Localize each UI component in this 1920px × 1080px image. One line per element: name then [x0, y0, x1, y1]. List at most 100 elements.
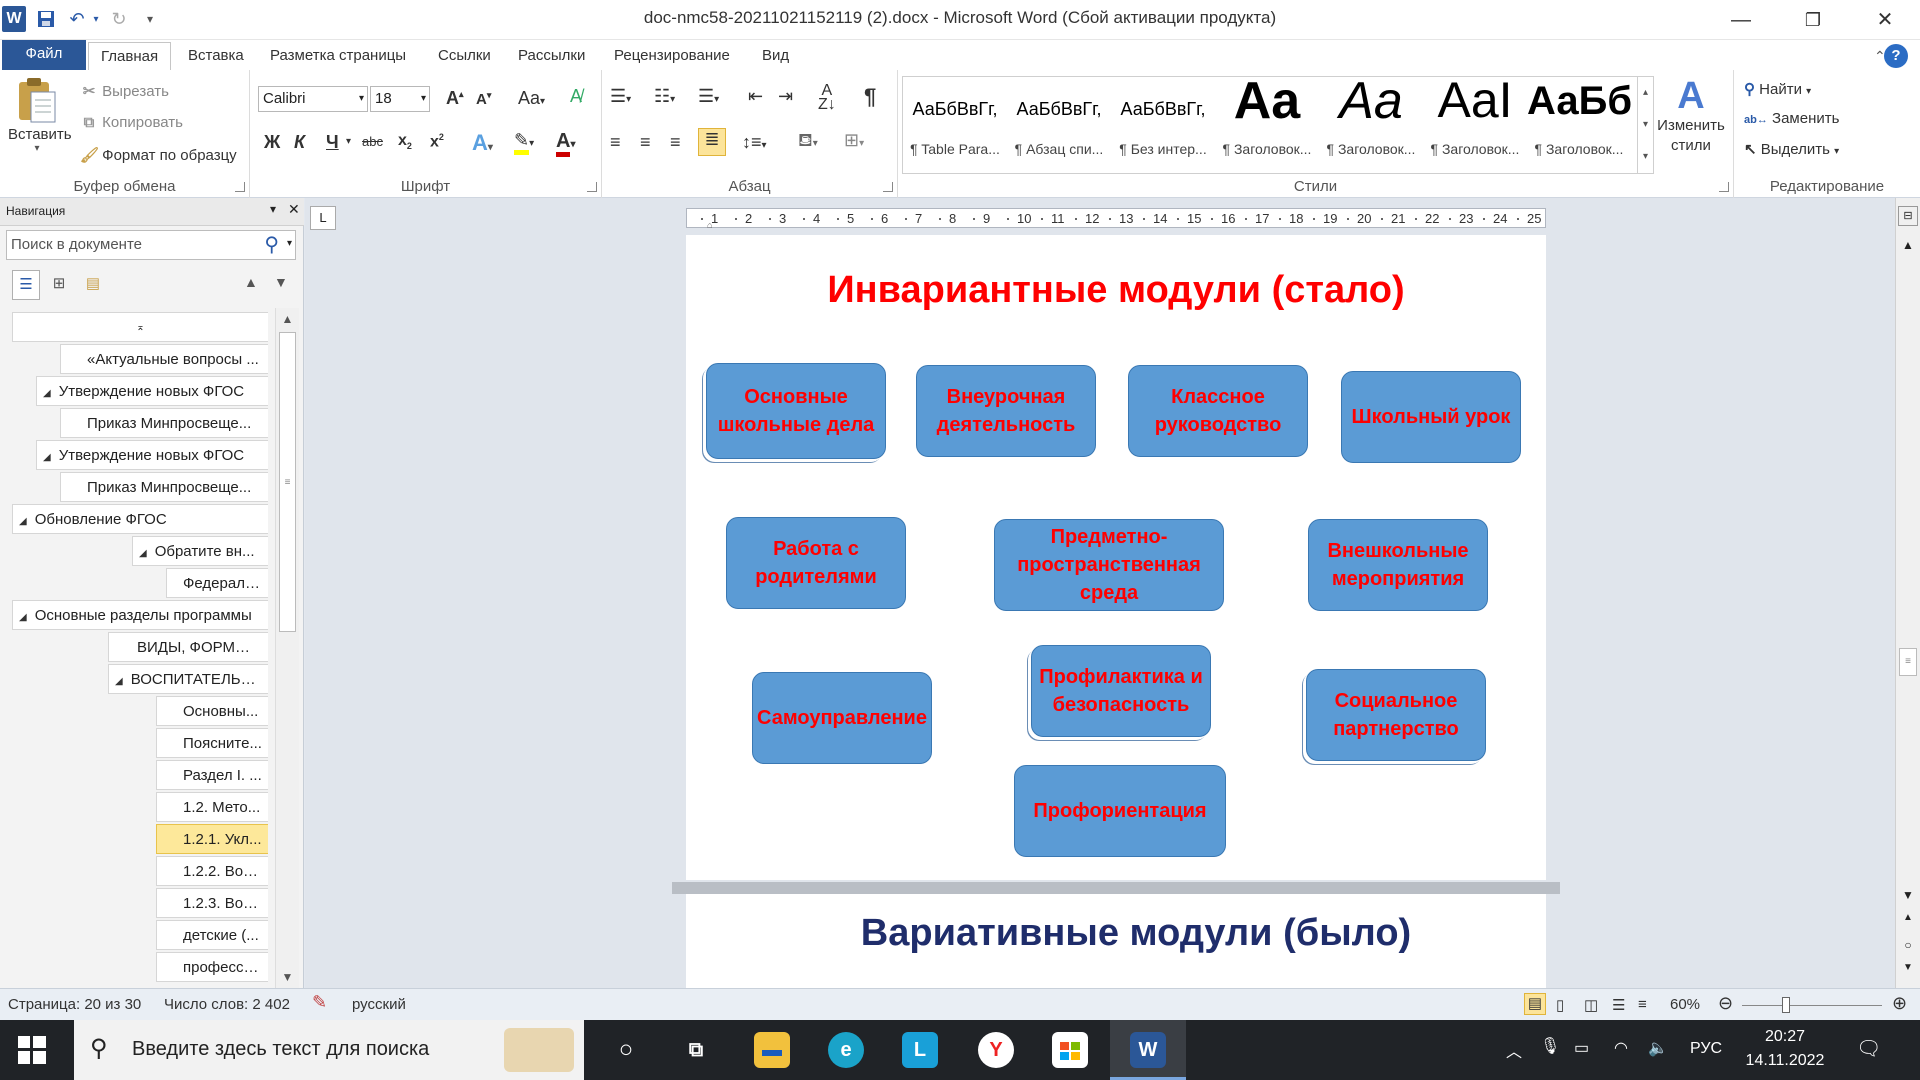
text-effects-icon[interactable]: A▾ — [472, 130, 493, 156]
nav-item[interactable]: ◢ Обратите вн... — [132, 536, 268, 566]
underline-dropdown-icon[interactable]: ▾ — [346, 136, 351, 147]
scroll-down-icon[interactable]: ▼ — [1896, 888, 1920, 902]
expanded-triangle-icon[interactable]: ◢ — [19, 516, 27, 527]
replace-button[interactable]: ab↔ Заменить — [1744, 110, 1839, 127]
grow-font-icon[interactable]: A▴ — [446, 88, 464, 109]
paste-button[interactable]: Вставить ▾ — [8, 76, 72, 166]
expanded-triangle-icon[interactable]: ◢ — [139, 548, 147, 559]
expanded-triangle-icon[interactable]: ◢ — [19, 612, 27, 623]
line-spacing-icon[interactable]: ↕≡▾ — [742, 132, 767, 153]
nav-item[interactable]: 1.2.2. Вос... — [156, 856, 268, 886]
search-dropdown-icon[interactable]: ▾ — [287, 238, 292, 249]
tab-stop-selector[interactable]: L — [310, 206, 336, 230]
zoom-out-icon[interactable]: ⊖ — [1718, 993, 1733, 1014]
shrink-font-icon[interactable]: A▾ — [476, 90, 491, 108]
tab-references[interactable]: Ссылки — [426, 42, 503, 70]
page-counter[interactable]: Страница: 20 из 30 — [8, 996, 141, 1013]
word-count[interactable]: Число слов: 2 402 — [164, 996, 290, 1013]
nav-item[interactable]: ВИДЫ, ФОРМЫ ... — [108, 632, 268, 662]
underline-icon[interactable]: Ч — [326, 132, 339, 153]
nav-item[interactable]: детские (... — [156, 920, 268, 950]
tab-review[interactable]: Рецензирование — [602, 42, 742, 70]
proofing-icon[interactable]: ✎ — [312, 992, 327, 1013]
zoom-slider-thumb[interactable] — [1782, 997, 1790, 1013]
word-taskbar-button[interactable]: W — [1110, 1020, 1186, 1080]
results-view-icon[interactable]: ▤ — [78, 270, 108, 300]
styles-gallery-scroll[interactable]: ▴ ▾ ▾ — [1638, 76, 1654, 174]
web-layout-icon[interactable]: ◫ — [1584, 996, 1598, 1014]
yandex-icon[interactable]: Y — [978, 1032, 1014, 1068]
search-icon[interactable]: ⚲ — [264, 232, 279, 257]
style-heading-2[interactable]: Aa ¶ Заголовок... — [1319, 77, 1423, 173]
store-icon[interactable] — [1052, 1032, 1088, 1068]
nav-item[interactable]: ◢ Основные разделы программы — [12, 600, 268, 630]
justify-icon[interactable]: ≣ — [698, 128, 726, 156]
sort-icon[interactable]: A Z↓ — [818, 83, 836, 113]
outline-icon[interactable]: ☰ — [1612, 996, 1625, 1014]
app-l-icon[interactable]: L — [902, 1032, 938, 1068]
paste-dropdown-icon[interactable]: ▾ — [8, 143, 66, 154]
previous-heading-icon[interactable]: ▲ — [244, 274, 258, 290]
full-screen-reading-icon[interactable]: ▯ — [1556, 996, 1564, 1014]
scroll-thumb[interactable]: ≡ — [1899, 648, 1917, 676]
nav-item[interactable]: 1.2.3. Вос... — [156, 888, 268, 918]
input-language[interactable]: РУС — [1690, 1040, 1722, 1058]
scroll-thumb[interactable]: ≡ — [279, 332, 296, 632]
nav-item[interactable]: Основны... — [156, 696, 268, 726]
align-center-icon[interactable]: ≡ — [640, 132, 651, 153]
module-box[interactable]: Основные школьные дела — [706, 363, 886, 459]
next-page-icon[interactable]: ▼ — [1896, 962, 1920, 973]
file-explorer-icon[interactable]: ▬ — [754, 1032, 790, 1068]
nav-item[interactable]: ◢ Утверждение новых ФГОС — [36, 440, 268, 470]
browse-object-icon[interactable]: ○ — [1896, 938, 1920, 952]
module-box[interactable]: Социальное партнерство — [1306, 669, 1486, 761]
module-box[interactable]: Работа с родителями — [726, 517, 906, 609]
clipboard-launcher-icon[interactable] — [235, 182, 245, 192]
start-icon[interactable] — [18, 1036, 46, 1064]
change-case-icon[interactable]: Aa▾ — [518, 88, 545, 109]
print-layout-icon[interactable]: ▤ — [1524, 993, 1546, 1015]
borders-icon[interactable]: ⊞▾ — [844, 130, 864, 151]
headings-view-icon[interactable]: ☰ — [12, 270, 40, 300]
collapse-top-icon[interactable]: ⌅ — [12, 312, 268, 342]
draft-icon[interactable]: ≡ — [1638, 996, 1647, 1013]
previous-page-icon[interactable]: ▲ — [1896, 912, 1920, 923]
change-styles-button[interactable]: A Изменить стили — [1656, 76, 1726, 156]
document-scrollbar[interactable]: ⊟ ▲ ≡ ▼ ▲ ○ ▼ — [1895, 198, 1920, 988]
module-box[interactable]: Внешкольные мероприятия — [1308, 519, 1488, 611]
nav-item[interactable]: ◢ Обновление ФГОС — [12, 504, 268, 534]
expanded-triangle-icon[interactable]: ◢ — [43, 452, 51, 463]
find-button[interactable]: ⚲ Найти ▾ — [1744, 80, 1811, 98]
style-table-paragraph[interactable]: АаБбВвГг, ¶ Table Para... — [903, 77, 1007, 173]
bold-icon[interactable]: Ж — [264, 132, 280, 153]
align-left-icon[interactable]: ≡ — [610, 132, 621, 153]
nav-item[interactable]: Федераль... — [166, 568, 268, 598]
pages-view-icon[interactable]: ⊞ — [44, 270, 74, 300]
italic-icon[interactable]: К — [294, 132, 305, 153]
show-hidden-icons-icon[interactable]: ︿ — [1506, 1038, 1522, 1062]
select-button[interactable]: ↖ Выделить ▾ — [1744, 140, 1839, 158]
font-size-box[interactable]: 18 ▾ — [370, 86, 430, 112]
style-heading-3[interactable]: AaI ¶ Заголовок... — [1423, 77, 1527, 173]
module-box[interactable]: Предметно-пространственная среда — [994, 519, 1224, 611]
strikethrough-icon[interactable]: abc — [362, 134, 383, 149]
scroll-up-icon[interactable]: ▲ — [276, 312, 299, 326]
font-color-icon[interactable]: A▾ — [556, 130, 575, 157]
tab-file[interactable]: Файл — [2, 40, 86, 70]
numbering-icon[interactable]: ☷▾ — [654, 86, 675, 107]
clock-date[interactable]: 14.11.2022 — [1742, 1052, 1828, 1070]
tab-view[interactable]: Вид — [750, 42, 801, 70]
tab-page-layout[interactable]: Разметка страницы — [258, 42, 418, 70]
navigation-scrollbar[interactable]: ▲ ≡ ▼ — [275, 308, 299, 988]
close-button[interactable]: ✕ — [1862, 4, 1908, 36]
module-box[interactable]: Классное руководство — [1128, 365, 1308, 457]
zoom-in-icon[interactable]: ⊕ — [1892, 993, 1907, 1014]
restore-button[interactable]: ❐ — [1790, 4, 1836, 36]
volume-icon[interactable]: 🔈 — [1648, 1038, 1668, 1058]
pane-options-icon[interactable]: ▾ — [270, 202, 276, 216]
taskbar-search[interactable]: ⚲ Введите здесь текст для поиска — [74, 1020, 584, 1080]
search-input[interactable]: Поиск в документе ⚲ ▾ — [6, 230, 296, 260]
decrease-indent-icon[interactable]: ⇤ — [748, 86, 763, 107]
zoom-level[interactable]: 60% — [1670, 996, 1700, 1013]
clock-time[interactable]: 20:27 — [1750, 1028, 1820, 1046]
